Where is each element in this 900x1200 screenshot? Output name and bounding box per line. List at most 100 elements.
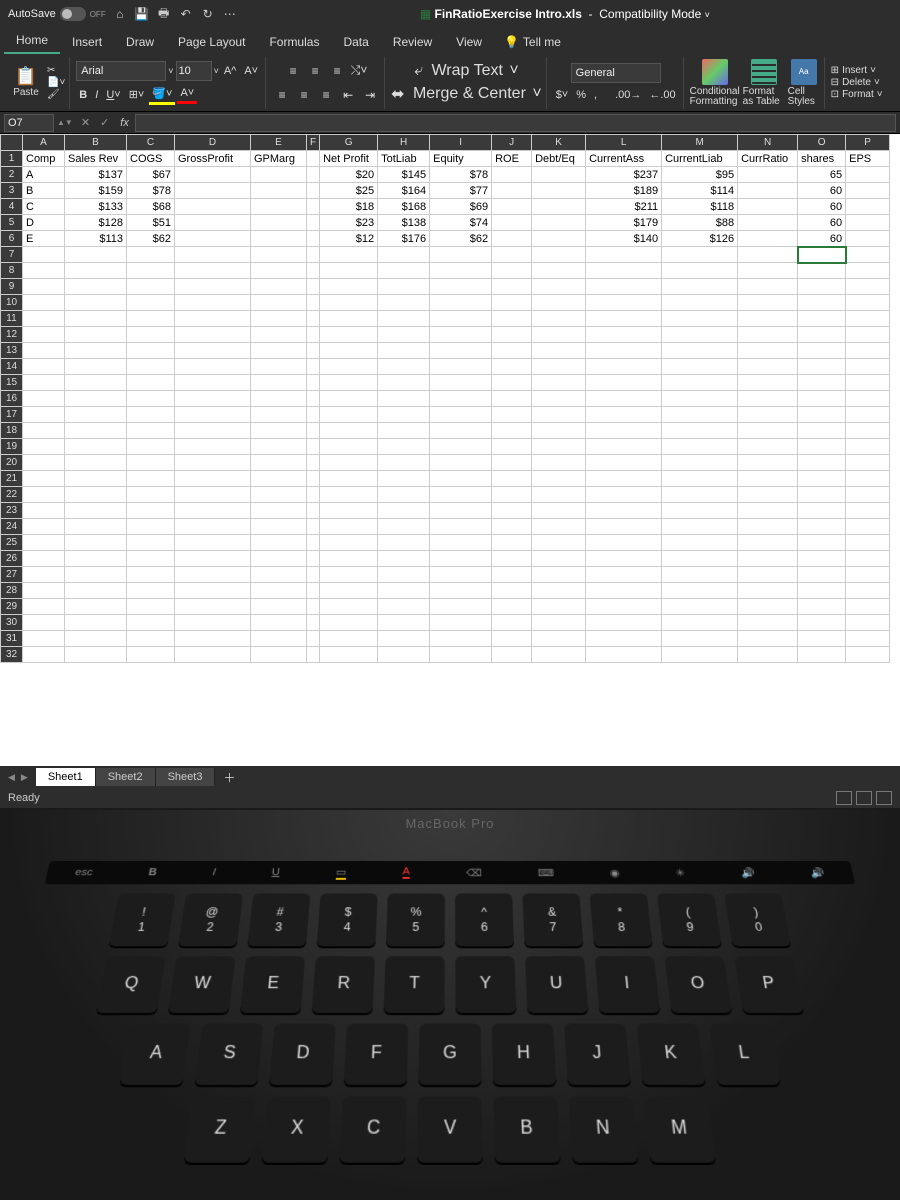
- cell-G4[interactable]: $18: [320, 199, 378, 215]
- cell-K5[interactable]: [532, 215, 586, 231]
- cell-K19[interactable]: [532, 439, 586, 455]
- cell-A27[interactable]: [23, 567, 65, 583]
- cell-A28[interactable]: [23, 583, 65, 599]
- cell-O31[interactable]: [798, 631, 846, 647]
- tell-me[interactable]: 💡 Tell me: [494, 30, 571, 54]
- cell-H9[interactable]: [378, 279, 430, 295]
- cell-F11[interactable]: [307, 311, 320, 327]
- percent-button[interactable]: %: [573, 87, 589, 103]
- cell-N4[interactable]: [738, 199, 798, 215]
- cell-P18[interactable]: [846, 423, 890, 439]
- cell-H11[interactable]: [378, 311, 430, 327]
- cell-M2[interactable]: $95: [662, 167, 738, 183]
- cell-E28[interactable]: [251, 583, 307, 599]
- cell-A9[interactable]: [23, 279, 65, 295]
- cell-C6[interactable]: $62: [127, 231, 175, 247]
- cell-G32[interactable]: [320, 647, 378, 663]
- cell-M6[interactable]: $126: [662, 231, 738, 247]
- row-header[interactable]: 21: [1, 471, 23, 487]
- cell-L17[interactable]: [586, 407, 662, 423]
- cell-C19[interactable]: [127, 439, 175, 455]
- cell-E17[interactable]: [251, 407, 307, 423]
- cell-A6[interactable]: E: [23, 231, 65, 247]
- cell-J11[interactable]: [492, 311, 532, 327]
- cell-G13[interactable]: [320, 343, 378, 359]
- cell-H5[interactable]: $138: [378, 215, 430, 231]
- cell-F28[interactable]: [307, 583, 320, 599]
- cell-K27[interactable]: [532, 567, 586, 583]
- cell-O4[interactable]: 60: [798, 199, 846, 215]
- cell-C26[interactable]: [127, 551, 175, 567]
- cell-J20[interactable]: [492, 455, 532, 471]
- row-header[interactable]: 10: [1, 295, 23, 311]
- cell-E25[interactable]: [251, 535, 307, 551]
- cell-H7[interactable]: [378, 247, 430, 263]
- cell-J32[interactable]: [492, 647, 532, 663]
- cell-G22[interactable]: [320, 487, 378, 503]
- cell-I8[interactable]: [430, 263, 492, 279]
- cell-A31[interactable]: [23, 631, 65, 647]
- cell-H4[interactable]: $168: [378, 199, 430, 215]
- cell-C5[interactable]: $51: [127, 215, 175, 231]
- cell-H30[interactable]: [378, 615, 430, 631]
- cell-D15[interactable]: [175, 375, 251, 391]
- wrap-text-button[interactable]: ⤶ Wrap Text ˅: [414, 62, 519, 80]
- cell-O26[interactable]: [798, 551, 846, 567]
- cell-F31[interactable]: [307, 631, 320, 647]
- cell-B19[interactable]: [65, 439, 127, 455]
- cell-E1[interactable]: GPMarg: [251, 151, 307, 167]
- cell-B7[interactable]: [65, 247, 127, 263]
- cell-F12[interactable]: [307, 327, 320, 343]
- chevron-down-icon[interactable]: ˅: [214, 66, 219, 76]
- cell-L32[interactable]: [586, 647, 662, 663]
- cell-K4[interactable]: [532, 199, 586, 215]
- col-header-G[interactable]: G: [320, 135, 378, 151]
- cell-L9[interactable]: [586, 279, 662, 295]
- sheet-tab-3[interactable]: Sheet3: [156, 768, 216, 786]
- cell-L3[interactable]: $189: [586, 183, 662, 199]
- cell-J10[interactable]: [492, 295, 532, 311]
- cell-A22[interactable]: [23, 487, 65, 503]
- cell-J2[interactable]: [492, 167, 532, 183]
- cell-J12[interactable]: [492, 327, 532, 343]
- row-header[interactable]: 29: [1, 599, 23, 615]
- cell-D1[interactable]: GrossProfit: [175, 151, 251, 167]
- borders-button[interactable]: ⊞˅: [126, 86, 148, 103]
- cell-G26[interactable]: [320, 551, 378, 567]
- add-sheet-button[interactable]: ＋: [215, 766, 243, 789]
- cell-N30[interactable]: [738, 615, 798, 631]
- cell-G3[interactable]: $25: [320, 183, 378, 199]
- cell-E14[interactable]: [251, 359, 307, 375]
- underline-button[interactable]: U˅: [103, 87, 123, 103]
- cell-D27[interactable]: [175, 567, 251, 583]
- cell-P10[interactable]: [846, 295, 890, 311]
- select-all-corner[interactable]: [1, 135, 23, 151]
- cell-F13[interactable]: [307, 343, 320, 359]
- cell-B10[interactable]: [65, 295, 127, 311]
- cell-E7[interactable]: [251, 247, 307, 263]
- cell-L19[interactable]: [586, 439, 662, 455]
- cell-F5[interactable]: [307, 215, 320, 231]
- cell-N2[interactable]: [738, 167, 798, 183]
- cell-J18[interactable]: [492, 423, 532, 439]
- row-header[interactable]: 15: [1, 375, 23, 391]
- cell-E13[interactable]: [251, 343, 307, 359]
- cell-A25[interactable]: [23, 535, 65, 551]
- cell-K11[interactable]: [532, 311, 586, 327]
- cell-N26[interactable]: [738, 551, 798, 567]
- cell-E29[interactable]: [251, 599, 307, 615]
- cell-E10[interactable]: [251, 295, 307, 311]
- cell-C18[interactable]: [127, 423, 175, 439]
- cell-K1[interactable]: Debt/Eq: [532, 151, 586, 167]
- cell-F7[interactable]: [307, 247, 320, 263]
- cell-P3[interactable]: [846, 183, 890, 199]
- cell-M30[interactable]: [662, 615, 738, 631]
- cell-F20[interactable]: [307, 455, 320, 471]
- cell-F2[interactable]: [307, 167, 320, 183]
- formula-input[interactable]: [135, 114, 896, 132]
- cell-I26[interactable]: [430, 551, 492, 567]
- cell-K32[interactable]: [532, 647, 586, 663]
- cell-J16[interactable]: [492, 391, 532, 407]
- cell-L29[interactable]: [586, 599, 662, 615]
- cell-K17[interactable]: [532, 407, 586, 423]
